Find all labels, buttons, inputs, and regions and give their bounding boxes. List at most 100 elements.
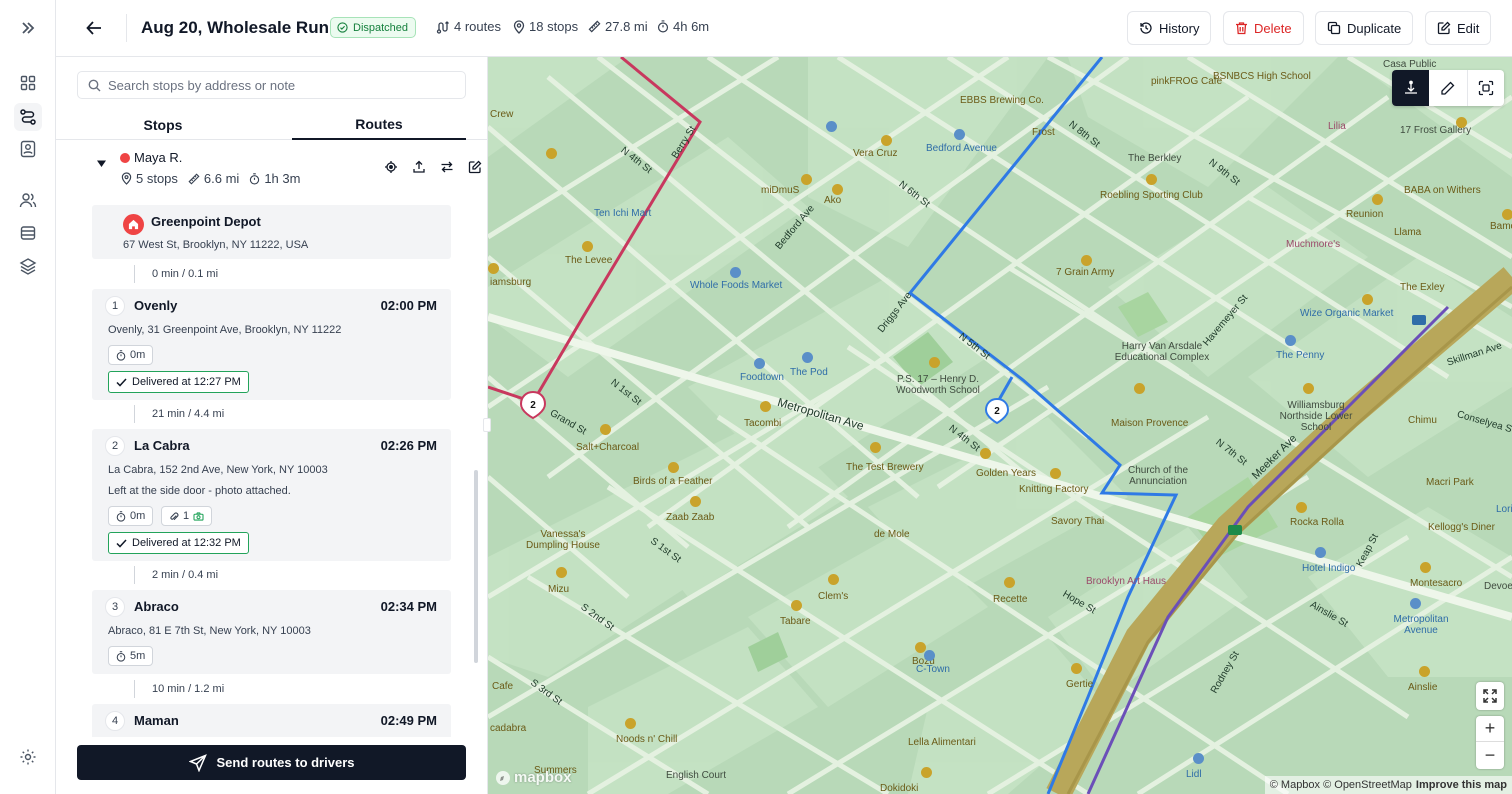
place-label: pinkFROG Cafe: [1151, 76, 1223, 87]
export-icon[interactable]: [410, 158, 428, 176]
place-label: English Court: [666, 770, 727, 781]
map-pin-icon: [121, 172, 132, 185]
depot-address: 67 West St, Brooklyn, NY 11222, USA: [123, 239, 309, 251]
place-label: Llama: [1394, 227, 1422, 238]
poi-icon: [1134, 383, 1145, 394]
stop-number: 4: [105, 711, 125, 731]
check-circle-icon: [337, 22, 348, 33]
duplicate-button[interactable]: Duplicate: [1315, 11, 1414, 45]
history-icon: [1140, 22, 1152, 34]
route-actions: [382, 158, 484, 176]
place-label: Mizu: [548, 584, 570, 595]
panel-scrollbar[interactable]: [474, 470, 478, 663]
settings-icon[interactable]: [14, 743, 42, 771]
stop-eta: 02:34 PM: [380, 599, 437, 614]
poi-icon: [625, 718, 636, 729]
zoom-in-button[interactable]: +: [1476, 716, 1504, 742]
delete-button[interactable]: Delete: [1223, 11, 1304, 45]
zoom-out-button[interactable]: −: [1476, 742, 1504, 768]
poi-icon: [929, 357, 940, 368]
fullscreen-icon[interactable]: [1476, 682, 1504, 710]
poi-icon: [1081, 255, 1092, 266]
expand-icon[interactable]: [14, 14, 42, 42]
place-label: Gertie: [1066, 679, 1094, 690]
draw-tool-icon[interactable]: [1429, 70, 1466, 106]
layers-icon[interactable]: [14, 252, 42, 280]
route-header: Maya R. 5 stops 6.6 mi 1h 3m: [92, 144, 482, 194]
place-label: Cafe: [492, 681, 514, 692]
stop-number: 3: [105, 597, 125, 617]
poi-icon: [730, 267, 741, 278]
panel-resize-handle[interactable]: [483, 418, 491, 432]
timer-icon: [116, 510, 126, 522]
search-input[interactable]: Search stops by address or note: [77, 71, 466, 99]
send-routes-button[interactable]: Send routes to drivers: [77, 745, 466, 780]
poi-icon: [754, 358, 765, 369]
poi-icon: [1146, 174, 1157, 185]
place-label: Wize Organic Market: [1300, 308, 1394, 319]
contacts-icon[interactable]: [14, 135, 42, 163]
stop-eta: 02:26 PM: [380, 438, 437, 453]
route-duration: 1h 3m: [249, 171, 300, 186]
poi-icon: [1502, 209, 1512, 220]
history-button[interactable]: History: [1127, 11, 1212, 45]
stop-name: Abraco: [134, 599, 179, 614]
swap-icon[interactable]: [438, 158, 456, 176]
collapse-caret-icon[interactable]: [96, 159, 107, 168]
search-icon: [88, 79, 101, 91]
top-bar: Aug 20, Wholesale Run Dispatched 4 route…: [56, 0, 1512, 57]
duration-total: 4h 6m: [657, 19, 709, 34]
timer-icon: [116, 349, 126, 361]
place-label: Vera Cruz: [853, 148, 898, 159]
edit-button[interactable]: Edit: [1425, 11, 1492, 45]
attachments-pill[interactable]: 1: [161, 506, 213, 526]
page-title: Aug 20, Wholesale Run: [141, 18, 329, 37]
send-footer: Send routes to drivers: [64, 737, 480, 794]
stop-card[interactable]: 1 Ovenly 02:00 PM Ovenly, 31 Greenpoint …: [92, 289, 451, 400]
poi-icon: [924, 650, 935, 661]
edit-icon: [1437, 21, 1451, 35]
poi-icon: [1071, 663, 1082, 674]
mapbox-logo: mapbox: [495, 769, 572, 786]
pan-tool-icon[interactable]: [1392, 70, 1429, 106]
service-time: 0m: [108, 345, 154, 365]
timer-icon: [116, 650, 126, 662]
stop-card[interactable]: 2 La Cabra 02:26 PM La Cabra, 152 2nd Av…: [92, 429, 451, 561]
tab-routes[interactable]: Routes: [292, 109, 466, 140]
map-view[interactable]: 2 2 N 4th St Berry St Bedford Ave N 6th …: [488, 57, 1512, 794]
routes-icon[interactable]: [14, 103, 42, 131]
team-icon[interactable]: [14, 186, 42, 214]
place-label: Bamonte's: [1490, 221, 1512, 232]
ruler-icon: [188, 172, 200, 185]
poi-icon: [556, 567, 567, 578]
back-arrow-icon[interactable]: [82, 16, 106, 40]
poi-icon: [826, 121, 837, 132]
poi-icon: [1285, 335, 1296, 346]
poi-icon: [832, 184, 843, 195]
route-stats: 5 stops 6.6 mi 1h 3m: [121, 171, 300, 186]
tab-stops[interactable]: Stops: [56, 109, 270, 140]
improve-map-link[interactable]: Improve this map: [1416, 779, 1507, 791]
stop-name: La Cabra: [134, 438, 190, 453]
stop-card[interactable]: 3 Abraco 02:34 PM Abraco, 81 E 7th St, N…: [92, 590, 451, 674]
inventory-icon[interactable]: [14, 219, 42, 247]
place-label: Brooklyn Art Haus: [1086, 576, 1167, 587]
place-label: Noods n' Chill: [616, 734, 678, 745]
place-label: The Test Brewery: [846, 462, 924, 473]
place-label: The Exley: [1400, 282, 1445, 293]
edit-route-icon[interactable]: [466, 158, 484, 176]
depot-card[interactable]: Greenpoint Depot 67 West St, Brooklyn, N…: [92, 205, 451, 259]
place-label: Dokidoki: [880, 783, 919, 794]
stop-note: Left at the side door - photo attached.: [108, 485, 291, 497]
place-label: Lella Alimentari: [908, 737, 976, 748]
leg-info: 10 min / 1.2 mi: [134, 680, 224, 698]
locate-icon[interactable]: [382, 158, 400, 176]
place-label: The Levee: [565, 255, 613, 266]
place-label: The Pod: [790, 367, 828, 378]
place-label: Rocka Rolla: [1290, 517, 1344, 528]
fit-bounds-icon[interactable]: [1467, 70, 1504, 106]
routes-count: 4 routes: [436, 19, 501, 34]
place-label: Metropolitan Avenue: [1393, 614, 1449, 636]
map-pin-icon: [513, 19, 525, 34]
dashboard-icon[interactable]: [14, 69, 42, 97]
